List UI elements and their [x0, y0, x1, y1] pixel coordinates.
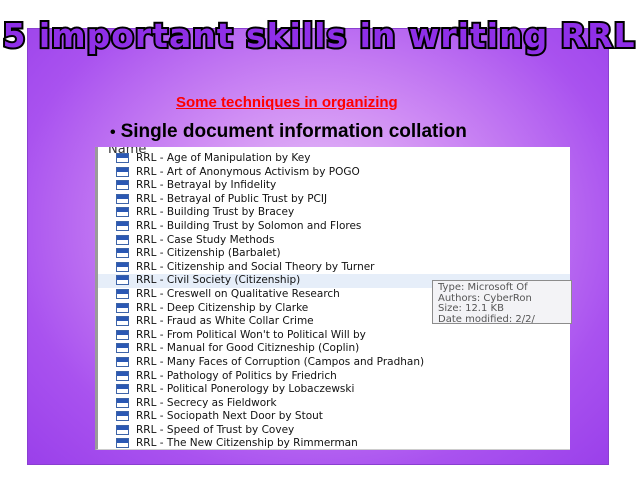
file-row[interactable]: RRL - Age of Manipulation by Key	[98, 152, 570, 166]
file-row[interactable]: RRL - From Political Won't to Political …	[98, 329, 570, 343]
file-name: RRL - Building Trust by Bracey	[136, 206, 295, 219]
file-tooltip: Type: Microsoft Of Authors: CyberRon Siz…	[432, 280, 572, 324]
bullet-item: • Single document information collation	[110, 121, 467, 143]
file-name: RRL - Age of Manipulation by Key	[136, 152, 311, 164]
word-document-icon	[116, 343, 129, 354]
file-name: RRL - Fraud as White Collar Crime	[136, 315, 314, 328]
file-name: RRL - Sociopath Next Door by Stout	[136, 410, 323, 423]
slide-subtitle: Some techniques in organizing	[176, 94, 398, 111]
file-name: RRL - Case Study Methods	[136, 233, 275, 246]
file-name: RRL - Citizenship and Social Theory by T…	[136, 260, 375, 273]
word-document-icon	[116, 384, 129, 395]
file-name: RRL - Betrayal of Public Trust by PCIJ	[136, 192, 328, 205]
file-row[interactable]: RRL - Building Trust by Bracey	[98, 206, 570, 220]
word-document-icon	[116, 234, 129, 245]
file-name: RRL - Many Faces of Corruption (Campos a…	[136, 355, 425, 368]
file-name: RRL - Civil Society (Citizenship)	[136, 274, 301, 287]
file-row[interactable]: RRL - Citizenship (Barbalet)	[98, 247, 570, 261]
word-document-icon	[116, 220, 129, 231]
file-name: RRL - Secrecy as Fieldwork	[136, 396, 277, 409]
file-row[interactable]: RRL - Political Ponerology by Lobaczewsk…	[98, 383, 570, 397]
file-name: RRL - Creswell on Qualitative Research	[136, 287, 340, 300]
tooltip-size: Size: 12.1 KB	[438, 303, 504, 314]
bullet-marker: •	[110, 124, 116, 141]
file-name: RRL - The New Citizenship by Rimmerman	[136, 437, 358, 450]
tooltip-type: Type: Microsoft Of	[438, 282, 528, 293]
word-document-icon	[116, 193, 129, 204]
word-document-icon	[116, 207, 129, 218]
slide-title: 5 important skills in writing RRL	[0, 14, 636, 57]
word-document-icon	[116, 166, 129, 177]
word-document-icon	[116, 248, 129, 259]
bullet-text: Single document information collation	[120, 121, 467, 142]
file-row[interactable]: RRL - Case Study Methods	[98, 234, 570, 248]
word-document-icon	[116, 288, 129, 299]
file-name: RRL - Pathology of Politics by Friedrich	[136, 369, 337, 382]
word-document-icon	[116, 356, 129, 367]
file-name: RRL - Political Ponerology by Lobaczewsk…	[136, 383, 355, 396]
file-name: RRL - Manual for Good Citizneship (Copli…	[136, 342, 360, 355]
file-row[interactable]: RRL - Pathology of Politics by Friedrich	[98, 370, 570, 384]
word-document-icon	[116, 424, 129, 435]
file-row[interactable]: RRL - Betrayal by Infidelity	[98, 179, 570, 193]
file-name: RRL - From Political Won't to Political …	[136, 328, 366, 341]
file-row[interactable]: RRL - Betrayal of Public Trust by PCIJ	[98, 193, 570, 207]
file-row[interactable]: RRL - Sociopath Next Door by Stout	[98, 410, 570, 424]
word-document-icon	[116, 180, 129, 191]
word-document-icon	[116, 370, 129, 381]
file-name: RRL - Deep Citizenship by Clarke	[136, 301, 309, 314]
word-document-icon	[116, 275, 129, 286]
word-document-icon	[116, 261, 129, 272]
word-document-icon	[116, 438, 129, 449]
file-row[interactable]: RRL - The New Citizenship by Rimmerman	[98, 437, 570, 450]
file-row[interactable]: RRL - Manual for Good Citizneship (Copli…	[98, 342, 570, 356]
file-row[interactable]: RRL - Building Trust by Solomon and Flor…	[98, 220, 570, 234]
file-row[interactable]: RRL - Secrecy as Fieldwork	[98, 397, 570, 411]
file-row[interactable]: RRL - Speed of Trust by Covey	[98, 424, 570, 438]
word-document-icon	[116, 397, 129, 408]
file-name: RRL - Citizenship (Barbalet)	[136, 247, 281, 260]
word-document-icon	[116, 153, 129, 163]
word-document-icon	[116, 316, 129, 327]
file-name: RRL - Betrayal by Infidelity	[136, 179, 277, 192]
file-row[interactable]: RRL - Art of Anonymous Activism by POGO	[98, 166, 570, 180]
file-name: RRL - Building Trust by Solomon and Flor…	[136, 219, 362, 232]
word-document-icon	[116, 302, 129, 313]
word-document-icon	[116, 411, 129, 422]
file-name: RRL - Art of Anonymous Activism by POGO	[136, 165, 360, 178]
file-row[interactable]: RRL - Many Faces of Corruption (Campos a…	[98, 356, 570, 370]
file-name: RRL - Speed of Trust by Covey	[136, 423, 295, 436]
word-document-icon	[116, 329, 129, 340]
tooltip-modified: Date modified: 2/2/	[438, 313, 535, 324]
file-row[interactable]: RRL - Citizenship and Social Theory by T…	[98, 261, 570, 275]
